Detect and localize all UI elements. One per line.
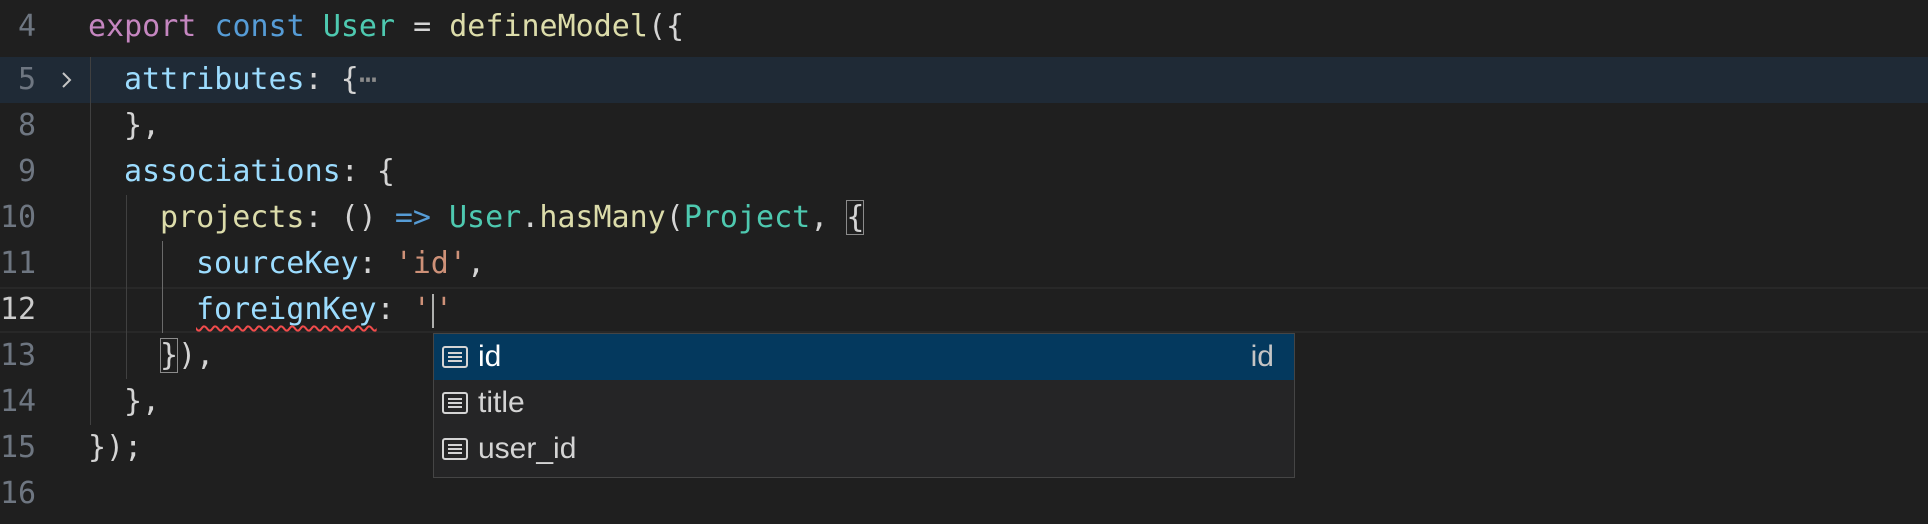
line-number: 4 [17,9,36,44]
chevron-right-icon[interactable] [58,57,76,103]
code-text: associations: { [124,154,395,189]
suggestion-label: id [478,340,502,373]
code-text: attributes: {⋯ [124,62,377,97]
line-number: 11 [0,246,37,281]
field-icon [442,344,468,370]
code-line[interactable]: 10 projects: () => User.hasMany(Project,… [0,195,1928,241]
code-text: }), [160,338,215,373]
field-icon [442,436,468,462]
line-number: 8 [17,108,36,143]
folded-ellipsis-icon: ⋯ [358,62,377,97]
code-text: }, [124,108,161,143]
code-line[interactable]: 9 associations: { [0,149,1928,195]
suggestion-detail: id [1250,340,1274,373]
line-number: 9 [17,154,36,189]
line-number: 16 [0,476,37,511]
suggestion-item-selected[interactable]: id id [434,334,1294,380]
error-squiggle: foreignKey [196,292,377,327]
code-line[interactable]: 5 attributes: {⋯ [0,57,1928,103]
indent-guide-active [162,241,163,333]
code-text: }); [88,430,143,465]
code-line[interactable]: 8 }, [0,103,1928,149]
suggestion-label: title [478,386,525,419]
suggestion-label: user_id [478,432,577,465]
line-number: 15 [0,430,37,465]
code-line[interactable]: 11 sourceKey: 'id', [0,241,1928,287]
code-text: projects: () => User.hasMany(Project, { [160,200,865,235]
code-text: sourceKey: 'id', [196,246,485,281]
matching-bracket: } [160,338,179,373]
indent-guide [126,195,127,379]
line-number: 14 [0,384,37,419]
code-line-current[interactable]: 12 foreignKey: ' ' [0,287,1928,333]
code-editor[interactable]: 4 export const User = defineModel({ 5 at… [0,0,1928,524]
line-number: 12 [0,292,37,327]
code-text: foreignKey: ' ' [196,292,453,328]
code-line[interactable]: 4 export const User = defineModel({ [0,4,1928,50]
line-number: 10 [0,200,37,235]
code-text: }, [124,384,161,419]
code-text: export const User = defineModel({ [88,9,685,44]
line-number: 13 [0,338,37,373]
matching-bracket: { [846,200,865,235]
suggestion-item[interactable]: title [434,380,1294,426]
line-number: 5 [17,62,36,97]
text-cursor [431,293,434,328]
field-icon [442,390,468,416]
autocomplete-dropdown[interactable]: id id title user_id [433,333,1295,478]
suggestion-item[interactable]: user_id [434,426,1294,472]
indent-guide [90,57,91,425]
